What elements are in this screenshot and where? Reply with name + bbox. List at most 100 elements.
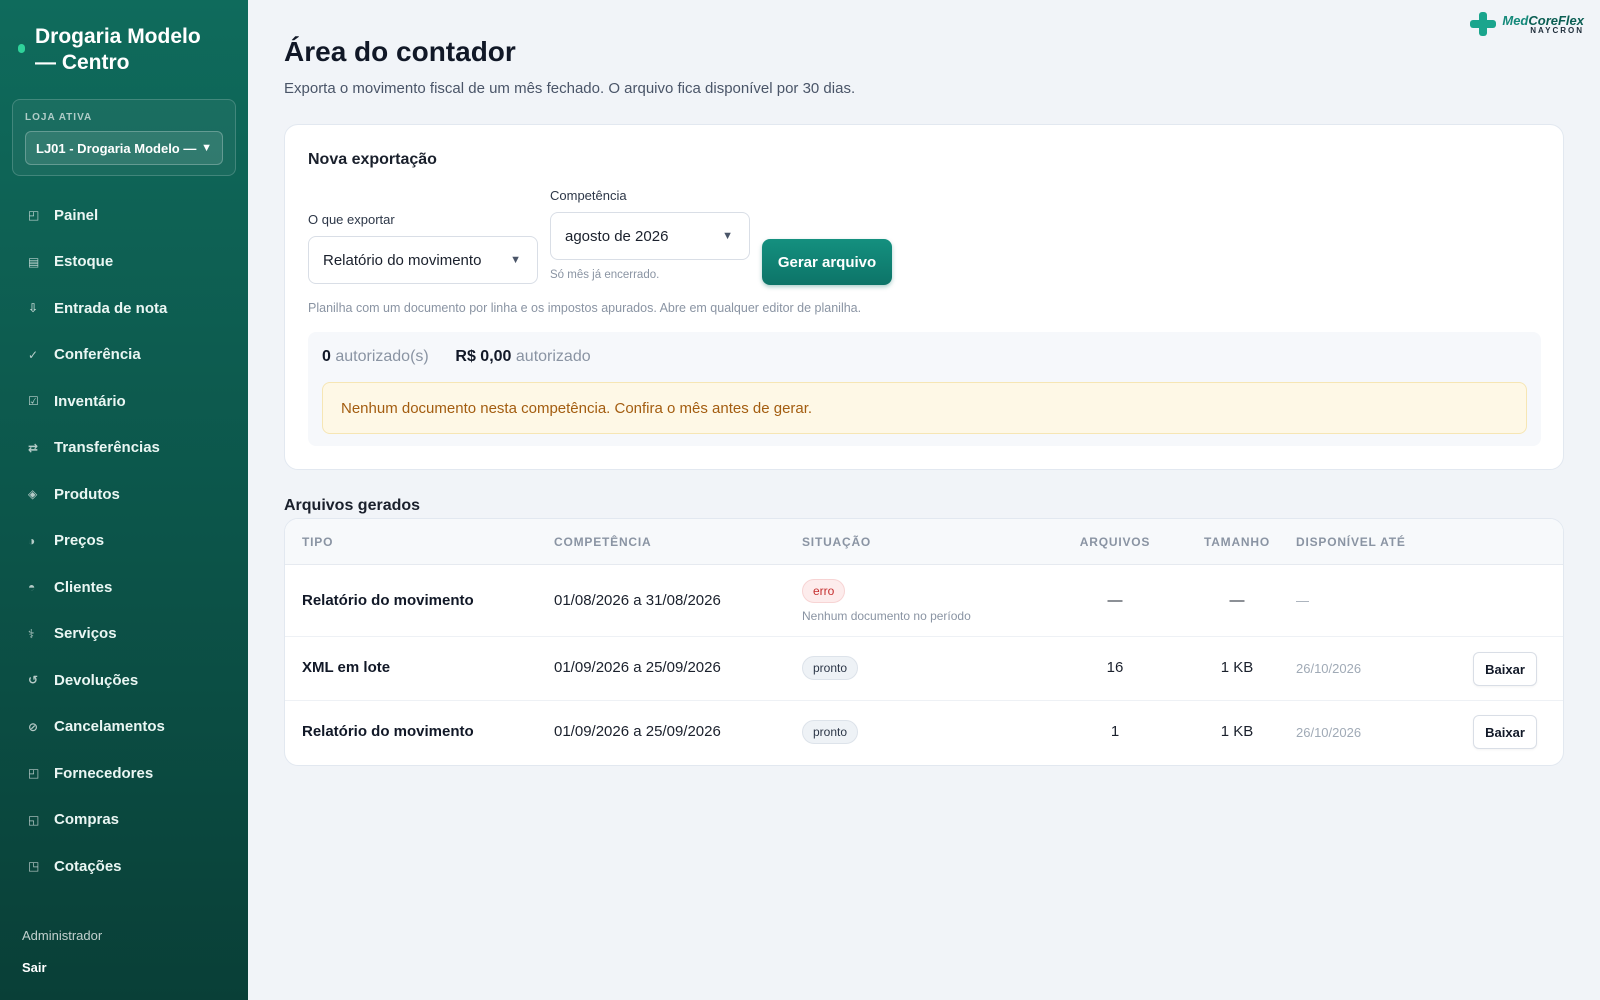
supplier-icon: ◰ — [28, 766, 40, 781]
sidebar-item-label: Painel — [54, 206, 99, 224]
logo-sub: NAYCRON — [1530, 25, 1584, 35]
sidebar-item-transferencias[interactable]: ⇄ Transferências — [0, 425, 248, 472]
sidebar-item-conferencia[interactable]: ✓ Conferência — [0, 332, 248, 379]
sidebar-item-clientes[interactable]: ◓ Clientes — [0, 564, 248, 611]
sidebar-item-compras[interactable]: ◱ Compras — [0, 797, 248, 844]
sidebar-item-label: Clientes — [54, 578, 113, 596]
download-button[interactable]: Baixar — [1473, 652, 1537, 686]
period-value: agosto de 2026 — [565, 227, 669, 245]
status-note: Nenhum documento no período — [802, 609, 971, 623]
checkbox-icon: ☑ — [28, 394, 39, 409]
period-hint: Só mês já encerrado. — [550, 269, 660, 281]
user-name: Administrador — [22, 928, 103, 943]
row-until: — — [1296, 593, 1309, 608]
sidebar-item-inventario[interactable]: ☑ Inventário — [0, 378, 248, 425]
sidebar-item-label: Estoque — [54, 253, 114, 271]
return-icon: ↺ — [28, 673, 39, 688]
files-table: TIPO COMPETÊNCIA SITUAÇÃO ARQUIVOS TAMAN… — [284, 518, 1564, 766]
export-summary: 0 autorizado(s) R$ 0,00 autorizado Nenhu… — [308, 332, 1541, 446]
stock-icon: ▤ — [28, 254, 40, 269]
sidebar-item-entrada-de-nota[interactable]: ⇩ Entrada de nota — [0, 285, 248, 332]
sidebar-item-produtos[interactable]: ◈ Produtos — [0, 471, 248, 518]
col-competencia: COMPETÊNCIA — [554, 535, 652, 549]
sidebar-item-servicos[interactable]: ⚕ Serviços — [0, 611, 248, 658]
row-files: — — [1107, 592, 1123, 609]
purchase-icon: ◱ — [28, 812, 40, 827]
row-period: 01/09/2026 a 25/09/2026 — [554, 723, 721, 740]
sidebar-item-label: Cancelamentos — [54, 718, 165, 736]
price-icon: ◑ — [28, 533, 36, 548]
sidebar-item-label: Inventário — [54, 392, 126, 410]
col-disponivel: DISPONÍVEL ATÉ — [1296, 535, 1406, 549]
row-type: Relatório do movimento — [302, 592, 474, 609]
row-until: 26/10/2026 — [1296, 725, 1362, 740]
brand: Drogaria Modelo — Centro — [18, 24, 225, 76]
authorized-count-label: autorizado(s) — [335, 348, 429, 365]
row-files: 1 — [1110, 723, 1120, 740]
summary-line: 0 autorizado(s) R$ 0,00 autorizado — [322, 348, 591, 366]
col-tamanho: TAMANHO — [1203, 535, 1271, 549]
export-card: Nova exportação O que exportar Relatório… — [284, 124, 1564, 470]
sidebar-nav: ◰ Painel ▤ Estoque ⇩ Entrada de nota ✓ Confe… — [0, 192, 248, 890]
row-until: 26/10/2026 — [1296, 661, 1362, 676]
app-logo: MedCoreFlex NAYCRON — [1470, 12, 1584, 36]
col-tipo: TIPO — [302, 535, 334, 549]
row-period: 01/09/2026 a 25/09/2026 — [554, 659, 721, 676]
page-title: Área do contador — [284, 36, 516, 67]
sidebar-item-painel[interactable]: ◰ Painel — [0, 192, 248, 239]
chevron-down-icon: ▼ — [722, 230, 733, 242]
sidebar-item-label: Devoluções — [54, 671, 139, 689]
row-period: 01/08/2026 a 31/08/2026 — [554, 592, 721, 609]
sidebar-item-cancelamentos[interactable]: ⊘ Cancelamentos — [0, 704, 248, 751]
authorized-count: 0 — [322, 348, 331, 365]
brand-name: Drogaria Modelo — Centro — [35, 25, 201, 74]
sidebar-item-label: Preços — [54, 532, 105, 550]
sidebar-item-label: Produtos — [54, 485, 120, 503]
authorized-amount-label: autorizado — [515, 348, 591, 365]
table-row: XML em lote 01/09/2026 a 25/09/2026 pron… — [285, 637, 1563, 701]
row-size: — — [1229, 592, 1245, 609]
export-type-label: O que exportar — [308, 212, 395, 227]
table-header: TIPO COMPETÊNCIA SITUAÇÃO ARQUIVOS TAMAN… — [285, 519, 1563, 565]
export-type-value: Relatório do movimento — [323, 251, 482, 269]
store-select-value: LJ01 - Drogaria Modelo — — [36, 140, 197, 156]
sidebar-item-fornecedores[interactable]: ◰ Fornecedores — [0, 750, 248, 797]
row-type: Relatório do movimento — [302, 723, 474, 740]
logout-link[interactable]: Sair — [22, 960, 47, 975]
status-badge: pronto — [802, 720, 859, 744]
table-row: Relatório do movimento 01/08/2026 a 31/0… — [285, 565, 1563, 637]
sidebar-item-label: Entrada de nota — [54, 299, 168, 317]
transfer-icon: ⇄ — [28, 440, 39, 455]
sidebar-item-estoque[interactable]: ▤ Estoque — [0, 239, 248, 286]
period-select[interactable]: agosto de 2026 ▼ — [550, 212, 750, 260]
generate-file-button[interactable]: Gerar arquivo — [762, 239, 892, 285]
sidebar-item-precos[interactable]: ◑ Preços — [0, 518, 248, 565]
files-title: Arquivos gerados — [284, 497, 421, 514]
store-selector-box: LOJA ATIVA LJ01 - Drogaria Modelo — ▼ — [12, 99, 236, 176]
store-label: LOJA ATIVA — [25, 112, 93, 123]
chevron-down-icon: ▼ — [510, 254, 521, 266]
period-label: Competência — [550, 188, 627, 203]
sidebar-item-label: Cotações — [54, 857, 122, 875]
logo-name: MedCoreFlex — [1502, 14, 1584, 27]
download-button[interactable]: Baixar — [1473, 715, 1537, 749]
sidebar-item-label: Transferências — [54, 439, 160, 457]
table-row: Relatório do movimento 01/09/2026 a 25/0… — [285, 701, 1563, 765]
product-icon: ◈ — [28, 487, 38, 502]
row-type: XML em lote — [302, 659, 391, 676]
sidebar-item-label: Fornecedores — [54, 764, 154, 782]
status-badge: pronto — [802, 656, 859, 680]
export-type-select[interactable]: Relatório do movimento ▼ — [308, 236, 538, 284]
store-select[interactable]: LJ01 - Drogaria Modelo — ▼ — [25, 131, 223, 165]
logo-name-a: Med — [1502, 12, 1529, 28]
sidebar-item-devolucoes[interactable]: ↺ Devoluções — [0, 657, 248, 704]
row-size: 1 KB — [1220, 723, 1254, 740]
sidebar-item-cotacoes[interactable]: ◳ Cotações — [0, 843, 248, 890]
col-situacao: SITUAÇÃO — [802, 535, 872, 549]
logo-text: MedCoreFlex NAYCRON — [1502, 14, 1584, 35]
chevron-down-icon: ▼ — [201, 142, 212, 154]
cancel-icon: ⊘ — [28, 719, 39, 734]
status-badge: erro — [802, 579, 846, 603]
status-dot-icon — [18, 44, 25, 53]
sidebar: Drogaria Modelo — Centro LOJA ATIVA LJ01… — [0, 0, 248, 1000]
